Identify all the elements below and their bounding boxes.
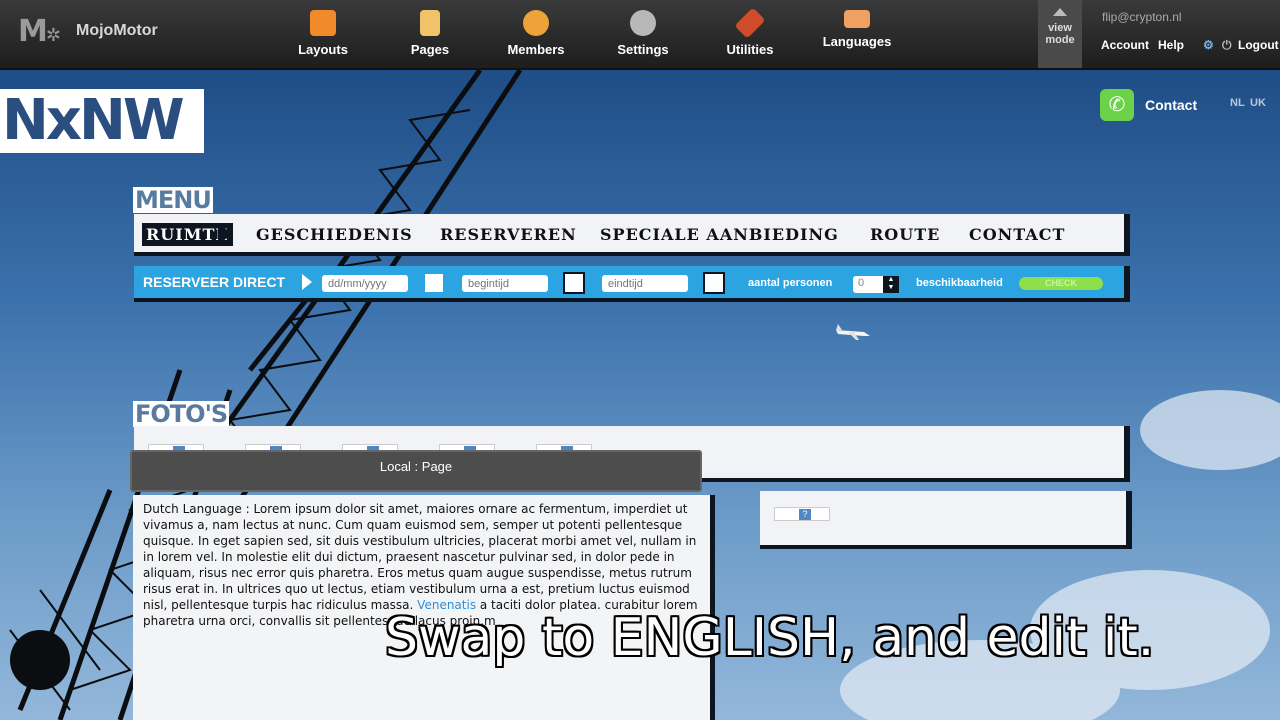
side-panel: ? (760, 491, 1132, 549)
reservation-arrow-icon (302, 274, 312, 290)
settings-icon (630, 10, 656, 36)
editor-header[interactable]: Local : Page (130, 450, 702, 492)
help-link[interactable]: Help (1158, 38, 1184, 52)
reservation-title: RESERVEER DIRECT (143, 274, 286, 290)
editor-title: Local : Page (379, 459, 453, 474)
reservation-bar: RESERVEER DIRECT aantal personen 0 ▲▼ be… (134, 266, 1130, 302)
active-arrow-icon (218, 223, 232, 245)
nav-members-label: Members (507, 42, 565, 57)
nav-pages-label: Pages (410, 42, 450, 57)
contact-link[interactable]: ✆ Contact (1100, 89, 1197, 121)
utilities-icon (734, 7, 766, 39)
view-mode-button[interactable]: view mode (1038, 0, 1082, 68)
nav-utilities-label: Utilities (726, 42, 774, 57)
mojomotor-logo-icon: M✲ (18, 14, 61, 49)
persons-stepper[interactable]: 0 ▲ ▼ (853, 276, 899, 293)
nav-pages[interactable]: Pages (385, 10, 475, 57)
power-icon: ⏻ (1222, 38, 1232, 52)
menu-item-contact[interactable]: CONTACT (969, 225, 1065, 244)
layouts-icon (310, 10, 336, 36)
nav-settings[interactable]: Settings (598, 10, 688, 57)
menu-heading: MENU (133, 186, 213, 214)
clock-icon[interactable] (563, 272, 585, 294)
menu-item-speciale-aanbieding[interactable]: SPECIALE AANBIEDING (600, 225, 839, 244)
nav-settings-label: Settings (617, 42, 669, 57)
pages-icon (420, 10, 440, 36)
start-time-input[interactable] (462, 275, 548, 292)
calendar-icon[interactable] (423, 272, 445, 294)
user-email: flip@crypton.nl (1102, 10, 1182, 24)
admin-toolbar: M✲ MojoMotor Layouts Pages Members Setti… (0, 0, 1280, 70)
logout-link[interactable]: Logout (1238, 38, 1279, 52)
menu-item-route[interactable]: ROUTE (870, 225, 940, 244)
stepper-arrows-icon[interactable]: ▲ ▼ (883, 276, 899, 293)
account-link[interactable]: Account (1101, 38, 1149, 52)
nav-languages[interactable]: Languages (812, 10, 902, 49)
brand[interactable]: M✲ MojoMotor (18, 14, 158, 49)
nav-utilities[interactable]: Utilities (705, 7, 795, 57)
eject-icon (1053, 8, 1067, 16)
phone-icon: ✆ (1100, 89, 1134, 121)
view-mode-label-1: view (1048, 22, 1072, 34)
nav-members[interactable]: Members (491, 10, 581, 57)
date-input[interactable] (322, 275, 408, 292)
lang-uk[interactable]: UK (1250, 97, 1266, 109)
view-mode-label-2: mode (1045, 34, 1075, 46)
image-placeholder-icon: ? (799, 509, 811, 520)
check-button[interactable]: CHECK (1019, 277, 1103, 290)
site-logo[interactable]: NxNW (0, 89, 204, 153)
fotos-heading: FOTO'S (133, 400, 230, 428)
main-menu: RUIMTE GESCHIEDENIS RESERVEREN SPECIALE … (134, 214, 1130, 256)
clock-icon[interactable] (703, 272, 725, 294)
airplane-icon (836, 324, 870, 340)
persons-label: aantal personen (748, 277, 833, 289)
menu-item-geschiedenis[interactable]: GESCHIEDENIS (256, 225, 413, 244)
persons-value: 0 (858, 277, 865, 289)
app-name: MojoMotor (76, 22, 158, 39)
video-caption: Swap to ENGLISH, and edit it. (385, 608, 1155, 668)
contact-label: Contact (1145, 97, 1198, 113)
members-icon (523, 10, 549, 36)
photo-thumbnail[interactable]: ? (774, 507, 830, 521)
languages-icon (844, 10, 870, 28)
nav-layouts-label: Layouts (298, 42, 348, 57)
gear-icon[interactable]: ⚙ (1203, 38, 1214, 52)
lang-nl[interactable]: NL (1230, 97, 1245, 109)
editor-text-part-1: Dutch Language : Lorem ipsum dolor sit a… (143, 502, 697, 612)
menu-item-reserveren[interactable]: RESERVEREN (440, 225, 577, 244)
availability-label: beschikbaarheid (916, 277, 1003, 289)
site-logo-text: NxNW (2, 88, 185, 153)
end-time-input[interactable] (602, 275, 688, 292)
nav-layouts[interactable]: Layouts (278, 10, 368, 57)
nav-languages-label: Languages (822, 34, 892, 49)
